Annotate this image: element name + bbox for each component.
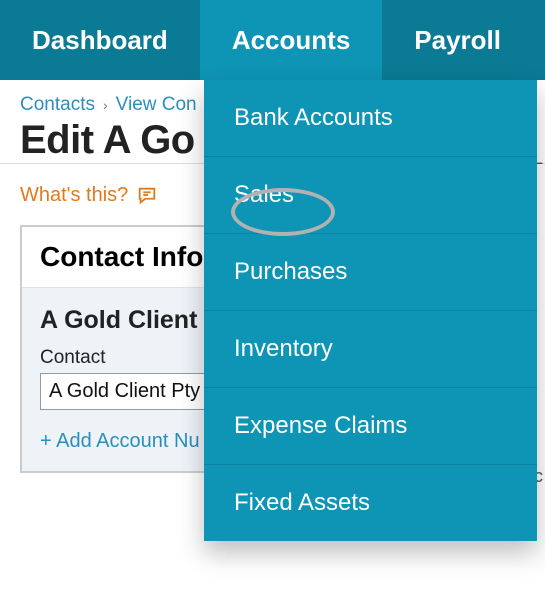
menu-inventory[interactable]: Inventory bbox=[204, 310, 537, 387]
nav-dashboard[interactable]: Dashboard bbox=[0, 0, 200, 80]
whats-this-label: What's this? bbox=[20, 184, 128, 207]
menu-purchases[interactable]: Purchases bbox=[204, 233, 537, 310]
accounts-dropdown-menu: Bank Accounts Sales Purchases Inventory … bbox=[204, 80, 537, 541]
nav-accounts[interactable]: Accounts bbox=[200, 0, 382, 80]
whats-this-link[interactable]: What's this? bbox=[20, 184, 158, 207]
breadcrumb-view-contact[interactable]: View Con bbox=[116, 94, 197, 116]
breadcrumb-separator: › bbox=[103, 97, 108, 113]
top-nav: Dashboard Accounts Payroll bbox=[0, 0, 545, 80]
menu-fixed-assets[interactable]: Fixed Assets bbox=[204, 464, 537, 541]
speech-bubble-icon bbox=[136, 185, 158, 207]
nav-payroll[interactable]: Payroll bbox=[382, 0, 533, 80]
menu-bank-accounts[interactable]: Bank Accounts bbox=[204, 80, 537, 156]
menu-sales[interactable]: Sales bbox=[204, 156, 537, 233]
breadcrumb-contacts[interactable]: Contacts bbox=[20, 94, 95, 116]
menu-expense-claims[interactable]: Expense Claims bbox=[204, 387, 537, 464]
